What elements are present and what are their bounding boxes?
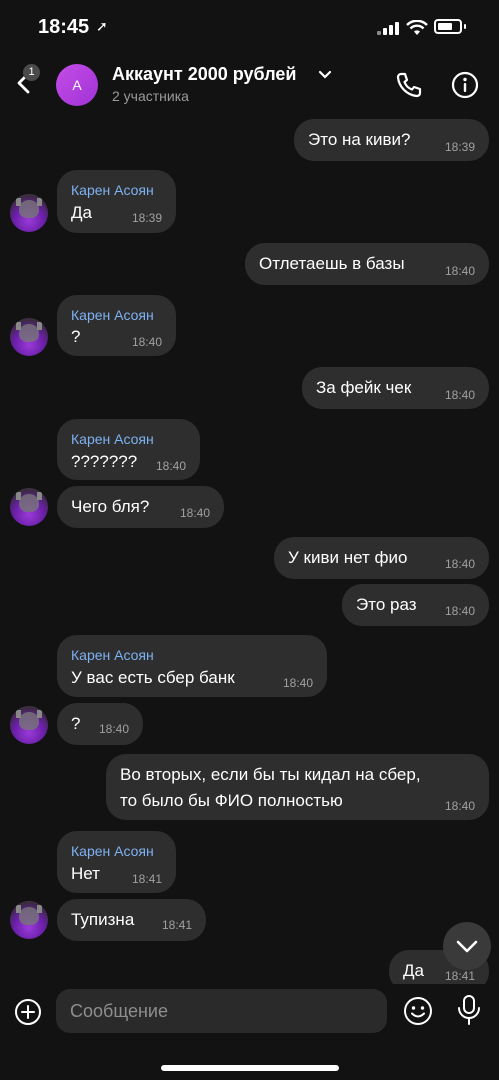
message-text: Отлетаешь в базы (259, 254, 405, 273)
message-text: У киви нет фио (288, 548, 408, 567)
battery-tip (464, 24, 466, 29)
message-text: Да (71, 203, 92, 222)
sender-name: Карен Асоян (71, 843, 154, 859)
incoming-message[interactable]: ? 18:40 (57, 703, 143, 745)
message-time: 18:41 (161, 918, 192, 932)
microphone-icon[interactable] (456, 994, 482, 1026)
message-text: ? (71, 714, 81, 733)
message-text: Нет (71, 864, 100, 883)
location-arrow-icon: ➚ (96, 18, 108, 34)
incoming-message[interactable]: Карен Асоян У вас есть сбер банк 18:40 (57, 635, 327, 697)
sender-avatar[interactable] (10, 901, 48, 939)
message-time: 18:40 (98, 722, 129, 736)
incoming-message[interactable]: Тупизна 18:41 (57, 899, 206, 941)
sender-name: Карен Асоян (71, 182, 154, 198)
chat-header: 1 А Аккаунт 2000 рублей 2 участника (0, 54, 499, 116)
status-time: 18:45 (38, 16, 90, 38)
outgoing-message[interactable]: За фейк чек 18:40 (302, 367, 489, 409)
outgoing-message[interactable]: У киви нет фио 18:40 (274, 537, 489, 579)
message-time: 18:40 (444, 264, 475, 278)
message-text: Тупизна (71, 910, 135, 929)
phone-icon[interactable] (394, 70, 424, 100)
message-text: ? (71, 327, 81, 346)
unread-badge: 1 (23, 64, 40, 81)
message-text: Это раз (356, 595, 417, 614)
message-text: Во вторых, если бы ты кидал на сбер, (120, 765, 421, 784)
message-input[interactable] (56, 989, 387, 1033)
sender-avatar[interactable] (10, 488, 48, 526)
incoming-message[interactable]: Карен Асоян Да 18:39 (57, 170, 176, 233)
attach-plus-icon[interactable] (14, 998, 42, 1026)
sender-name: Карен Асоян (71, 307, 154, 323)
sender-avatar[interactable] (10, 706, 48, 744)
chat-title[interactable]: Аккаунт 2000 рублей (112, 64, 296, 85)
sender-avatar[interactable] (10, 318, 48, 356)
message-text: У вас есть сбер банк (71, 668, 235, 687)
message-text: Да (403, 961, 424, 980)
message-text: ??????? (71, 452, 138, 471)
sender-name: Карен Асоян (71, 647, 154, 663)
wifi-icon (406, 20, 428, 35)
outgoing-message[interactable]: Это на киви? 18:39 (294, 119, 489, 161)
cellular-signal-icon (377, 22, 401, 35)
message-time: 18:39 (444, 140, 475, 154)
message-text-line-2: то было бы ФИО полностью (120, 791, 343, 810)
message-text: Чего бля? (71, 497, 150, 516)
participants-count: 2 участника (112, 88, 189, 104)
message-time: 18:40 (444, 799, 475, 813)
chevron-down-icon[interactable] (318, 68, 332, 82)
outgoing-message[interactable]: Во вторых, если бы ты кидал на сбер, то … (106, 754, 489, 820)
message-text: Это на киви? (308, 130, 411, 149)
outgoing-message[interactable]: Это раз 18:40 (342, 584, 489, 626)
scroll-to-bottom-button[interactable] (443, 922, 491, 970)
sender-avatar[interactable] (10, 194, 48, 232)
message-time: 18:41 (131, 872, 162, 886)
message-time: 18:40 (444, 557, 475, 571)
message-time: 18:40 (444, 604, 475, 618)
incoming-message[interactable]: Карен Асоян ??????? 18:40 (57, 419, 200, 480)
outgoing-message[interactable]: Отлетаешь в базы 18:40 (245, 243, 489, 285)
group-avatar[interactable]: А (56, 64, 98, 106)
message-time: 18:40 (444, 388, 475, 402)
emoji-icon[interactable] (403, 996, 433, 1026)
message-time: 18:40 (131, 335, 162, 349)
sender-name: Карен Асоян (71, 431, 154, 447)
incoming-message[interactable]: Чего бля? 18:40 (57, 486, 224, 528)
message-time: 18:40 (179, 506, 210, 520)
info-icon[interactable] (450, 70, 480, 100)
incoming-message[interactable]: Карен Асоян ? 18:40 (57, 295, 176, 356)
message-text: За фейк чек (316, 378, 412, 397)
home-indicator[interactable] (161, 1065, 339, 1071)
chevron-down-icon (456, 940, 478, 953)
message-time: 18:40 (155, 459, 186, 473)
message-time: 18:39 (131, 211, 162, 225)
battery-icon (434, 19, 462, 34)
incoming-message[interactable]: Карен Асоян Нет 18:41 (57, 831, 176, 893)
message-time: 18:40 (282, 676, 313, 690)
message-time: 18:41 (444, 969, 475, 983)
status-bar: 18:45 ➚ (0, 0, 499, 54)
